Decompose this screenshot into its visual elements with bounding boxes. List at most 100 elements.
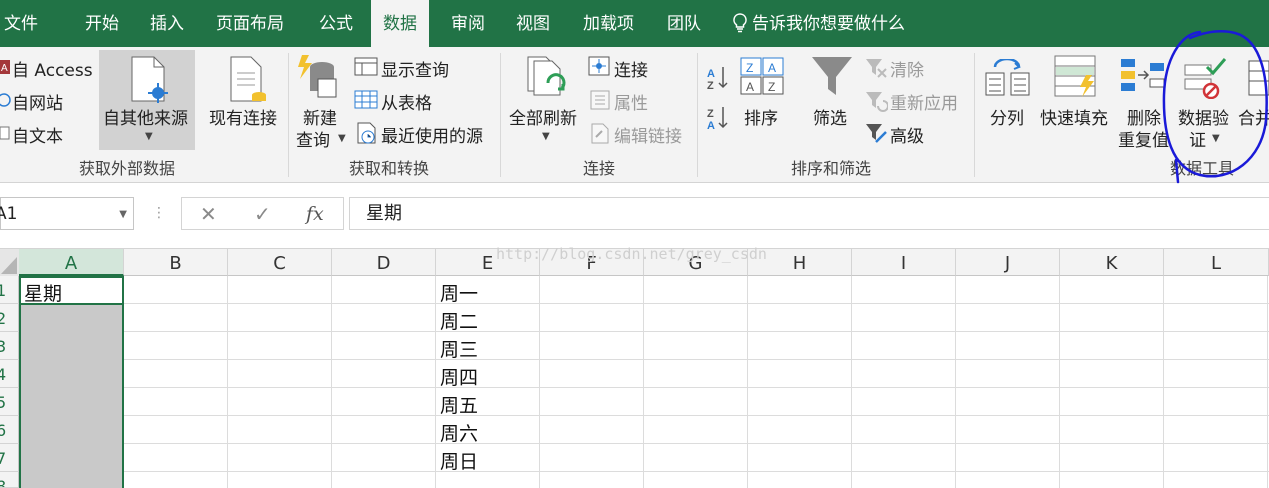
filter-icon bbox=[812, 57, 852, 95]
group-label-get-transform: 获取和转换 bbox=[349, 159, 430, 178]
tab-team[interactable]: 团队 bbox=[667, 0, 701, 47]
tab-addins[interactable]: 加载项 bbox=[583, 0, 634, 47]
cell-e4[interactable]: 周四 bbox=[440, 363, 478, 390]
filter-button[interactable]: 筛选 bbox=[813, 104, 847, 129]
cell-e2[interactable]: 周二 bbox=[440, 307, 478, 334]
name-box[interactable]: A1 ▼ bbox=[0, 197, 134, 230]
advanced-filter-icon bbox=[866, 124, 887, 143]
reapply-icon bbox=[866, 92, 888, 112]
remove-duplicates-button[interactable]: 重复值 bbox=[1118, 126, 1169, 151]
cell-e6[interactable]: 周六 bbox=[440, 419, 478, 446]
column-header-j[interactable]: J bbox=[956, 249, 1060, 276]
svg-text:A: A bbox=[768, 61, 776, 75]
more-icon[interactable]: ⋮ bbox=[152, 205, 166, 221]
svg-text:A: A bbox=[746, 80, 754, 94]
tab-formulas[interactable]: 公式 bbox=[319, 0, 353, 47]
properties-icon bbox=[590, 90, 610, 110]
tab-insert[interactable]: 插入 bbox=[150, 0, 184, 47]
row-number: 1 bbox=[0, 281, 6, 300]
text-to-columns-icon bbox=[985, 59, 1030, 96]
select-all-button[interactable] bbox=[0, 249, 19, 276]
recent-sources-button[interactable]: 最近使用的源 bbox=[381, 122, 483, 147]
svg-text:A: A bbox=[707, 120, 715, 132]
svg-text:A: A bbox=[1, 63, 8, 74]
new-query-button[interactable]: 查询 bbox=[296, 126, 330, 151]
svg-text:Z: Z bbox=[768, 80, 775, 94]
svg-text:Z: Z bbox=[707, 108, 714, 120]
text-to-columns-button[interactable]: 分列 bbox=[990, 104, 1024, 129]
formula-input[interactable]: 星期 bbox=[349, 197, 1269, 230]
row-header-5[interactable]: 5 bbox=[0, 388, 19, 416]
tab-page-layout[interactable]: 页面布局 bbox=[216, 0, 284, 47]
column-header-i[interactable]: I bbox=[852, 249, 956, 276]
column-header-c[interactable]: C bbox=[228, 249, 332, 276]
cancel-icon[interactable]: ✕ bbox=[200, 198, 217, 231]
cell-e3[interactable]: 周三 bbox=[440, 335, 478, 362]
column-header-a[interactable]: A bbox=[19, 249, 124, 276]
connections-button[interactable]: 连接 bbox=[614, 56, 648, 81]
group-label-sort-filter: 排序和筛选 bbox=[791, 159, 872, 178]
tab-data[interactable]: 数据 bbox=[371, 0, 429, 47]
consolidate-icon bbox=[1248, 60, 1269, 96]
column-header-l[interactable]: L bbox=[1164, 249, 1269, 276]
row-header-6[interactable]: 6 bbox=[0, 416, 19, 444]
chevron-down-icon[interactable]: ▼ bbox=[119, 198, 127, 231]
show-queries-button[interactable]: 显示查询 bbox=[381, 56, 449, 81]
row-number: 7 bbox=[0, 449, 6, 468]
from-other-sources-label: 自其他来源 bbox=[103, 109, 188, 129]
svg-text:Z: Z bbox=[707, 80, 714, 92]
sort-icon: Z AA Z bbox=[740, 57, 784, 95]
column-header-d[interactable]: D bbox=[332, 249, 436, 276]
existing-connections-button[interactable]: 现有连接 bbox=[209, 104, 277, 129]
row-number: 6 bbox=[0, 421, 6, 440]
connections-icon bbox=[588, 56, 610, 76]
watermark-text: http://blog.csdn.net/grey_csdn bbox=[496, 245, 767, 263]
svg-text:Z: Z bbox=[746, 61, 753, 75]
properties-button[interactable]: 属性 bbox=[614, 89, 648, 114]
advanced-button[interactable]: 高级 bbox=[890, 122, 924, 147]
cell-e7[interactable]: 周日 bbox=[440, 447, 478, 474]
row-number: 8 bbox=[0, 477, 6, 487]
row-header-7[interactable]: 7 bbox=[0, 444, 19, 472]
from-web-button[interactable]: 自网站 bbox=[12, 89, 63, 114]
row-header-4[interactable]: 4 bbox=[0, 360, 19, 388]
recent-sources-icon bbox=[357, 122, 376, 144]
existing-connections-icon bbox=[230, 56, 266, 102]
tab-review[interactable]: 审阅 bbox=[451, 0, 485, 47]
data-ribbon: A 自 Access 自网站 自文本 自其他来源 ▼ 现有连接 获取外部数据 新… bbox=[0, 47, 1269, 183]
edit-links-button[interactable]: 编辑链接 bbox=[614, 122, 682, 147]
from-text-button[interactable]: 自文本 bbox=[12, 122, 63, 147]
selection-border bbox=[19, 276, 124, 488]
row-number: 5 bbox=[0, 393, 6, 412]
refresh-all-icon bbox=[527, 56, 566, 96]
sort-button[interactable]: 排序 bbox=[744, 104, 778, 129]
from-access-button[interactable]: 自 Access bbox=[12, 56, 93, 81]
flash-fill-button[interactable]: 快速填充 bbox=[1040, 104, 1108, 129]
formula-bar: A1 ▼ ⋮ ✕ ✓ fx 星期 bbox=[0, 183, 1269, 249]
chevron-down-icon: ▼ bbox=[145, 131, 153, 142]
cell-a1[interactable]: 星期 bbox=[24, 279, 62, 306]
tab-home[interactable]: 开始 bbox=[85, 0, 119, 47]
from-table-button[interactable]: 从表格 bbox=[381, 89, 432, 114]
cell-e1[interactable]: 周一 bbox=[440, 279, 478, 306]
column-header-k[interactable]: K bbox=[1060, 249, 1164, 276]
row-header-3[interactable]: 3 bbox=[0, 332, 19, 360]
insert-function-button[interactable]: fx bbox=[306, 198, 324, 231]
tab-view[interactable]: 视图 bbox=[516, 0, 550, 47]
column-header-b[interactable]: B bbox=[124, 249, 228, 276]
tell-me-box[interactable]: 告诉我你想要做什么 bbox=[732, 0, 905, 47]
reapply-button[interactable]: 重新应用 bbox=[890, 89, 958, 114]
row-header-1[interactable]: 1 bbox=[0, 276, 19, 304]
group-separator bbox=[697, 53, 698, 177]
refresh-all-button[interactable]: 全部刷新 bbox=[509, 104, 577, 129]
svg-text:A: A bbox=[707, 68, 715, 80]
clear-button[interactable]: 清除 bbox=[890, 56, 924, 81]
cell-gridlines bbox=[19, 276, 1269, 488]
consolidate-button[interactable]: 合并 bbox=[1238, 104, 1269, 129]
tab-file[interactable]: 文件 bbox=[4, 0, 38, 47]
enter-icon[interactable]: ✓ bbox=[254, 198, 271, 231]
data-validation-button[interactable]: 证 bbox=[1189, 126, 1206, 151]
row-header-8[interactable]: 8 bbox=[0, 472, 19, 488]
row-header-2[interactable]: 2 bbox=[0, 304, 19, 332]
cell-e5[interactable]: 周五 bbox=[440, 391, 478, 418]
